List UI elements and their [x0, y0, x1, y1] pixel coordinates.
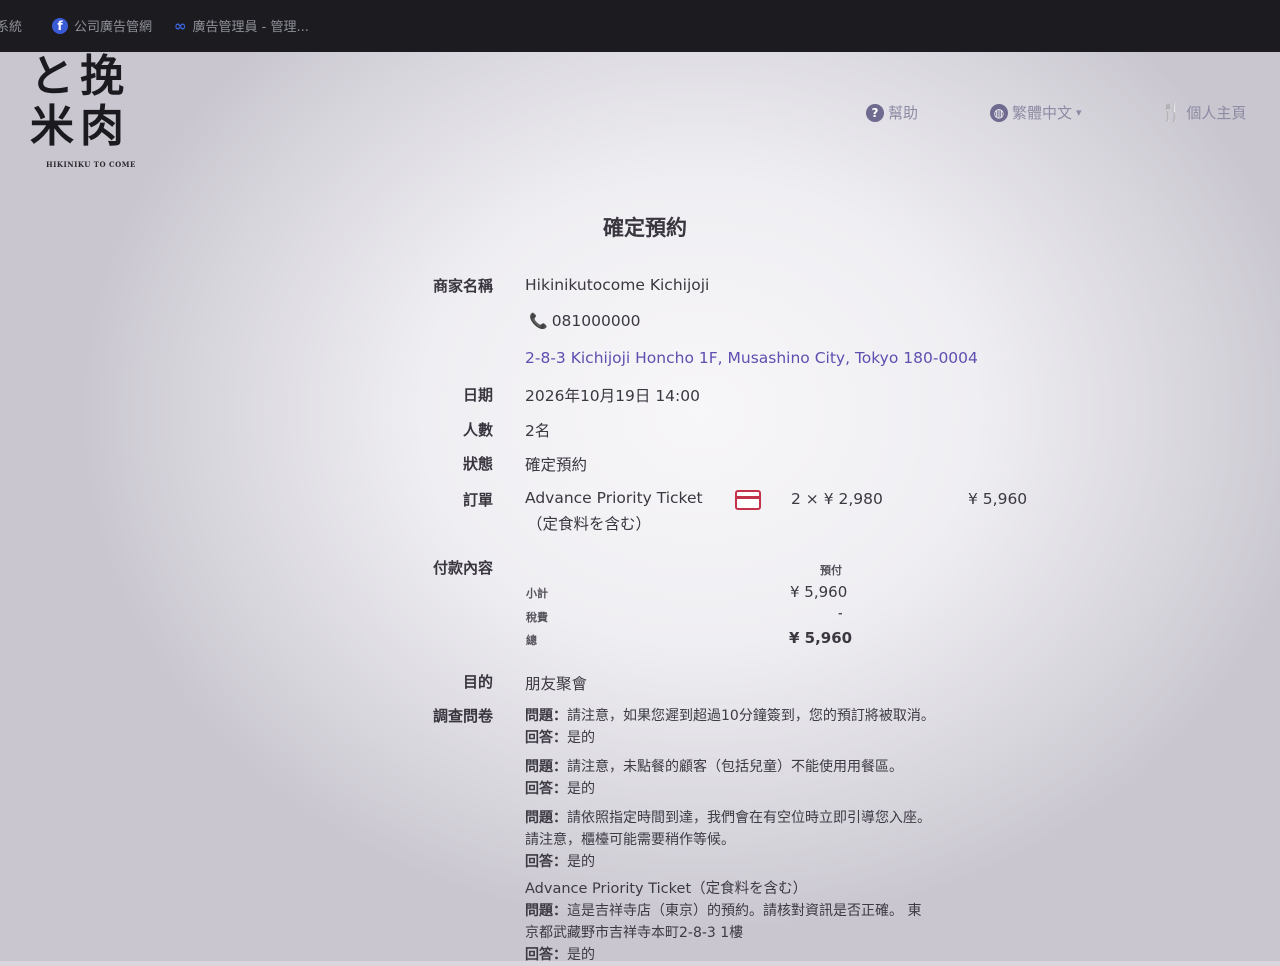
- logo-subtitle: HIKINIKU TO COME: [46, 160, 136, 169]
- bookmark-ads-manager[interactable]: ∞ 廣告管理員 - 管理...: [174, 16, 309, 36]
- purpose-label: 目的: [462, 673, 493, 691]
- subtotal-label: 小計: [526, 587, 548, 600]
- account-label: 個人主頁: [1186, 104, 1247, 122]
- order-total: ¥ 5,960: [968, 490, 1028, 508]
- question-text: 這是吉祥寺店（東京）的預約。請核對資訊是否正確。 東: [567, 903, 922, 919]
- logo-line-1: と挽: [30, 51, 130, 102]
- survey-answer: 回答：是的: [525, 727, 935, 749]
- order-label: 訂單: [462, 491, 493, 509]
- answer-text: 是的: [567, 781, 595, 797]
- question-prefix: 問題：: [525, 759, 567, 775]
- order-item-note: （定食料を含む）: [527, 515, 652, 533]
- answer-text: 是的: [567, 730, 595, 746]
- survey-ticket-header: Advance Priority Ticket（定食料を含む）: [525, 881, 808, 897]
- question-circle-icon: ?: [866, 103, 884, 122]
- credit-card-icon: [735, 490, 761, 510]
- tax-label: 稅費: [526, 611, 548, 624]
- phone-number: 081000000: [551, 312, 641, 330]
- subtotal-value: ¥ 5,960: [790, 583, 848, 601]
- bookmark-label: 公司廣告管網: [74, 20, 153, 35]
- booking-page: と挽 米肉 HIKINIKU TO COME ? 幫助 ◍ 繁體中文 ▾ 🍴 個…: [0, 51, 1280, 963]
- survey-answer: 回答：是的: [525, 944, 921, 966]
- order-item: Advance Priority Ticket: [525, 489, 703, 507]
- question-prefix: 問題：: [525, 903, 567, 919]
- fork-knife-icon: 🍴: [1160, 102, 1183, 123]
- meta-icon: ∞: [174, 16, 187, 35]
- total-value: ¥ 5,960: [789, 629, 853, 647]
- survey-question: 問題：請依照指定時間到達，我們會在有空位時立即引導您入座。: [525, 807, 931, 829]
- help-link[interactable]: ? 幫助: [866, 102, 918, 123]
- bookmark-label: 系統: [0, 20, 23, 35]
- survey-answer: 回答：是的: [525, 778, 903, 800]
- logo-line-2: 米肉: [30, 101, 130, 152]
- answer-text: 是的: [567, 854, 595, 870]
- bookmark-label: 廣告管理員 - 管理...: [192, 20, 309, 35]
- question-text: 請注意，如果您遲到超過10分鐘簽到，您的預訂將被取消。: [567, 708, 935, 724]
- merchant-label: 商家名稱: [432, 277, 493, 295]
- people-value: 2名: [525, 422, 551, 440]
- question-text: 請注意，未點餐的顧客（包括兒童）不能使用用餐區。: [567, 759, 903, 775]
- survey-question-continued: 京都武藏野市吉祥寺本町2-8-3 1樓: [525, 925, 744, 941]
- merchant-name: Hikinikutocome Kichijoji: [525, 276, 710, 294]
- language-label: 繁體中文: [1012, 104, 1073, 122]
- bookmarks-bar: 系統 f 公司廣告管網 ∞ 廣告管理員 - 管理...: [0, 0, 1280, 52]
- account-link[interactable]: 🍴 個人主頁: [1160, 102, 1246, 123]
- bookmark-system[interactable]: 系統: [0, 16, 22, 35]
- answer-prefix: 回答：: [525, 781, 567, 797]
- answer-prefix: 回答：: [525, 854, 567, 870]
- chevron-down-icon: ▾: [1076, 106, 1082, 119]
- payment-column-header: 預付: [820, 564, 842, 577]
- total-label: 總: [526, 634, 537, 647]
- page-title: 確定預約: [603, 216, 687, 240]
- survey-question: 問題：這是吉祥寺店（東京）的預約。請核對資訊是否正確。 東: [525, 900, 921, 922]
- order-qty-price: 2 × ¥ 2,980: [791, 490, 883, 508]
- survey-question-continued: 請注意，櫃檯可能需要稍作等候。: [525, 832, 735, 848]
- survey-item: 問題：請注意，未點餐的顧客（包括兒童）不能使用用餐區。 回答：是的: [525, 756, 903, 800]
- answer-prefix: 回答：: [525, 730, 567, 746]
- survey-question: 問題：請注意，如果您遲到超過10分鐘簽到，您的預訂將被取消。: [525, 705, 935, 727]
- purpose-value: 朋友聚會: [525, 675, 588, 693]
- facebook-icon: f: [52, 17, 68, 34]
- globe-icon: ◍: [990, 103, 1008, 122]
- question-prefix: 問題：: [525, 810, 567, 826]
- phone-icon: 📞: [529, 312, 548, 330]
- help-label: 幫助: [888, 104, 919, 122]
- tax-value: -: [838, 607, 843, 620]
- bookmark-company-ads[interactable]: f 公司廣告管網: [52, 16, 152, 35]
- merchant-phone[interactable]: 📞 081000000: [529, 312, 640, 330]
- survey-ticket-section: Advance Priority Ticket（定食料を含む） 問題：這是吉祥寺…: [525, 878, 921, 966]
- status-value: 確定預約: [525, 456, 588, 474]
- logo[interactable]: と挽 米肉 HIKINIKU TO COME: [30, 51, 136, 170]
- question-prefix: 問題：: [525, 708, 567, 724]
- language-selector[interactable]: ◍ 繁體中文 ▾: [990, 102, 1082, 123]
- date-label: 日期: [462, 386, 493, 404]
- survey-item: 問題：請注意，如果您遲到超過10分鐘簽到，您的預訂將被取消。 回答：是的: [525, 705, 935, 749]
- date-value: 2026年10月19日 14:00: [525, 387, 700, 405]
- survey-question: 問題：請注意，未點餐的顧客（包括兒童）不能使用用餐區。: [525, 756, 903, 778]
- merchant-address-link[interactable]: 2-8-3 Kichijoji Honcho 1F, Musashino Cit…: [525, 349, 978, 367]
- survey-item: 問題：請依照指定時間到達，我們會在有空位時立即引導您入座。 請注意，櫃檯可能需要…: [525, 807, 931, 873]
- payment-label: 付款內容: [432, 559, 493, 577]
- people-label: 人數: [462, 421, 493, 439]
- survey-label: 調查問卷: [432, 707, 493, 725]
- status-label: 狀態: [462, 455, 493, 473]
- survey-answer: 回答：是的: [525, 851, 931, 873]
- question-text: 請依照指定時間到達，我們會在有空位時立即引導您入座。: [567, 810, 931, 826]
